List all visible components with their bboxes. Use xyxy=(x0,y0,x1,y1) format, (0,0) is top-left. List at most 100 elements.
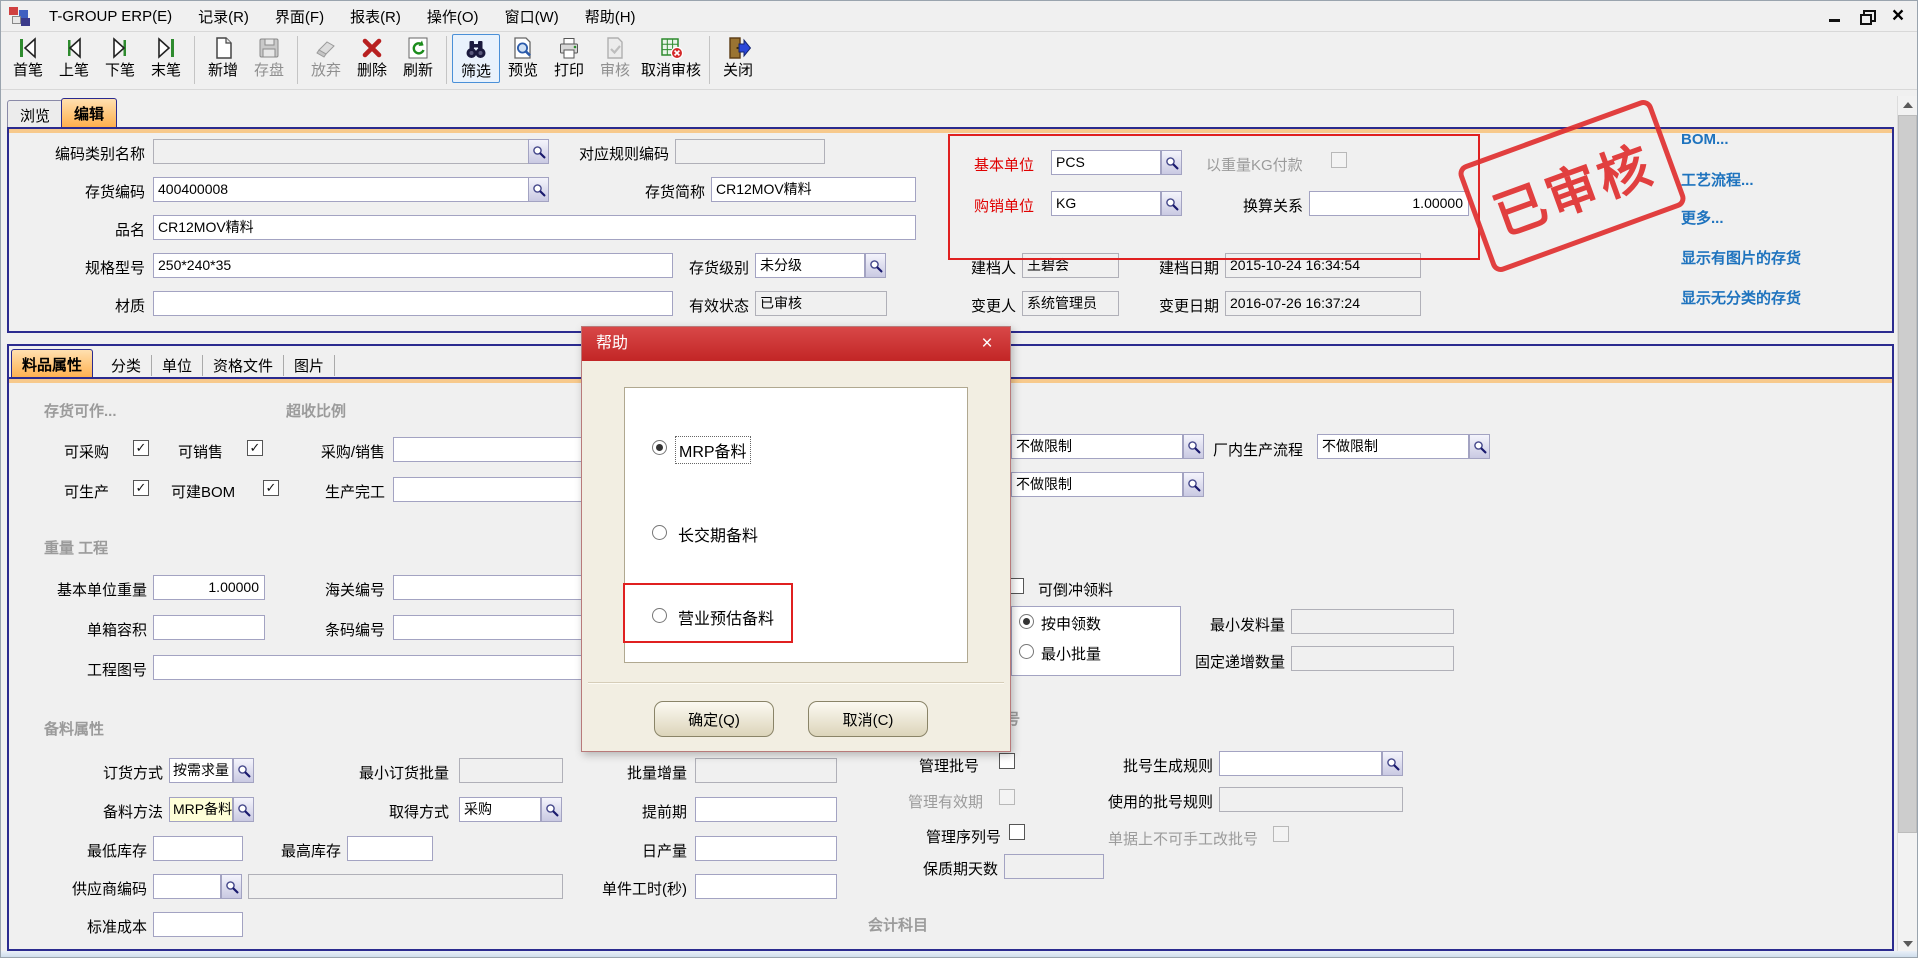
supplier-code-field[interactable] xyxy=(153,874,221,899)
daily-output-field[interactable] xyxy=(695,836,837,861)
menu-report[interactable]: 报表(R) xyxy=(340,3,417,30)
tab-edit[interactable]: 编辑 xyxy=(61,98,117,128)
min-stock-field[interactable] xyxy=(153,836,243,861)
option-sales-forecast-radio[interactable] xyxy=(652,608,667,623)
toolbar-audit[interactable]: 审核 xyxy=(592,34,638,81)
toolbar-refresh[interactable]: 刷新 xyxy=(395,34,441,81)
toolbar-delete[interactable]: 删除 xyxy=(349,34,395,81)
menu-app[interactable]: T-GROUP ERP(E) xyxy=(39,5,188,28)
manage-batch-checkbox[interactable] xyxy=(999,753,1015,769)
box-volume-field[interactable] xyxy=(153,615,265,640)
factory-flow-lookup-button[interactable] xyxy=(1469,434,1490,459)
menu-operation[interactable]: 操作(O) xyxy=(417,3,495,30)
link-bom[interactable]: BOM... xyxy=(1681,131,1729,148)
acquire-mode-field[interactable]: 采购 xyxy=(459,797,541,822)
trade-unit-lookup-button[interactable] xyxy=(1161,191,1182,216)
toolbar-first-record[interactable]: 首笔 xyxy=(5,34,51,81)
item-abbr-field[interactable]: CR12MOV精料 xyxy=(711,177,916,202)
material-field[interactable] xyxy=(153,291,673,316)
base-unit-field[interactable]: PCS xyxy=(1051,150,1161,175)
subtab-unit[interactable]: 单位 xyxy=(152,355,203,376)
supplier-code-lookup-button[interactable] xyxy=(221,874,242,899)
batch-rule-lookup-button[interactable] xyxy=(1382,751,1403,776)
item-code-field[interactable]: 400400008 xyxy=(153,177,549,202)
restriction2-lookup-button[interactable] xyxy=(1183,472,1204,497)
toolbar-save[interactable]: 存盘 xyxy=(246,34,292,81)
restriction1-field[interactable]: 不做限制 xyxy=(1011,434,1183,459)
toolbar-preview[interactable]: 预览 xyxy=(500,34,546,81)
link-more[interactable]: 更多... xyxy=(1681,207,1724,228)
toolbar-last-record[interactable]: 末笔 xyxy=(143,34,189,81)
link-show-with-images[interactable]: 显示有图片的存货 xyxy=(1681,247,1801,268)
code-type-field[interactable] xyxy=(153,139,549,164)
producible-checkbox[interactable] xyxy=(133,480,149,496)
dialog-title-bar[interactable]: 帮助 xyxy=(582,327,1010,361)
dialog-close-button[interactable]: × xyxy=(974,331,1000,357)
toolbar-close[interactable]: 关闭 xyxy=(715,34,761,81)
option-mrp-label[interactable]: MRP备料 xyxy=(675,436,751,464)
subtab-qualification[interactable]: 资格文件 xyxy=(203,355,284,376)
factory-flow-field[interactable]: 不做限制 xyxy=(1317,434,1469,459)
tab-browse[interactable]: 浏览 xyxy=(7,100,63,130)
restriction1-lookup-button[interactable] xyxy=(1183,434,1204,459)
subtab-item-attributes[interactable]: 料品属性 xyxy=(11,349,93,379)
spec-field[interactable]: 250*240*35 xyxy=(153,253,673,278)
restriction2-field[interactable]: 不做限制 xyxy=(1011,472,1183,497)
scrollbar-thumb[interactable] xyxy=(1898,115,1917,833)
toolbar-next-record[interactable]: 下笔 xyxy=(97,34,143,81)
menu-help[interactable]: 帮助(H) xyxy=(575,3,652,30)
conversion-field[interactable]: 1.00000 xyxy=(1309,191,1469,216)
trade-unit-field[interactable]: KG xyxy=(1051,191,1161,216)
menu-record[interactable]: 记录(R) xyxy=(188,3,265,30)
minimize-button[interactable] xyxy=(1819,5,1849,27)
std-cost-field[interactable] xyxy=(153,912,243,937)
unit-time-field[interactable] xyxy=(695,874,837,899)
link-process-flow[interactable]: 工艺流程... xyxy=(1681,169,1754,190)
base-weight-field[interactable]: 1.00000 xyxy=(153,575,265,600)
subtab-classification[interactable]: 分类 xyxy=(101,355,152,376)
menu-interface[interactable]: 界面(F) xyxy=(265,3,340,30)
scroll-up-button[interactable] xyxy=(1898,96,1917,114)
base-unit-lookup-button[interactable] xyxy=(1161,150,1182,175)
option-mrp-radio[interactable] xyxy=(652,440,667,455)
dialog-cancel-button[interactable]: 取消(C) xyxy=(808,701,928,737)
production-done-field[interactable] xyxy=(393,477,593,502)
max-stock-field[interactable] xyxy=(347,836,433,861)
close-button[interactable]: × xyxy=(1883,5,1913,27)
min-batch-radio[interactable] xyxy=(1019,644,1034,659)
toolbar-filter[interactable]: 筛选 xyxy=(452,34,500,83)
toolbar-print[interactable]: 打印 xyxy=(546,34,592,81)
inv-level-field[interactable]: 未分级 xyxy=(755,253,865,278)
toolbar-prev-record[interactable]: 上笔 xyxy=(51,34,97,81)
by-request-radio[interactable] xyxy=(1019,614,1034,629)
toolbar-new[interactable]: 新增 xyxy=(200,34,246,81)
manage-serial-checkbox[interactable] xyxy=(1009,824,1025,840)
subtab-image[interactable]: 图片 xyxy=(284,355,335,376)
purchase-sale-field[interactable] xyxy=(393,437,593,462)
code-type-lookup-button[interactable] xyxy=(528,139,549,164)
customs-code-field[interactable] xyxy=(393,575,593,600)
sellable-checkbox[interactable] xyxy=(247,440,263,456)
prep-method-field[interactable]: MRP备料 xyxy=(169,797,233,822)
option-long-lead-label[interactable]: 长交期备料 xyxy=(678,522,758,546)
option-long-lead-radio[interactable] xyxy=(652,525,667,540)
drawing-no-field[interactable] xyxy=(153,655,589,680)
prep-method-lookup-button[interactable] xyxy=(233,797,254,822)
product-name-field[interactable]: CR12MOV精料 xyxy=(153,215,916,240)
restore-button[interactable] xyxy=(1851,5,1881,27)
order-mode-field[interactable]: 按需求量 xyxy=(169,758,233,783)
lead-time-field[interactable] xyxy=(695,797,837,822)
inv-level-lookup-button[interactable] xyxy=(865,253,886,278)
option-sales-forecast-label[interactable]: 营业预估备料 xyxy=(678,605,774,629)
barcode-field[interactable] xyxy=(393,615,593,640)
order-mode-lookup-button[interactable] xyxy=(233,758,254,783)
purchasable-checkbox[interactable] xyxy=(133,440,149,456)
batch-rule-field[interactable] xyxy=(1219,751,1382,776)
toolbar-abandon[interactable]: 放弃 xyxy=(303,34,349,81)
item-code-lookup-button[interactable] xyxy=(528,177,549,202)
acquire-mode-lookup-button[interactable] xyxy=(541,797,562,822)
link-show-unclassified[interactable]: 显示无分类的存货 xyxy=(1681,287,1801,308)
bom-allowed-checkbox[interactable] xyxy=(263,480,279,496)
dialog-ok-button[interactable]: 确定(Q) xyxy=(654,701,774,737)
toolbar-cancel-audit[interactable]: 取消审核 xyxy=(638,34,704,81)
